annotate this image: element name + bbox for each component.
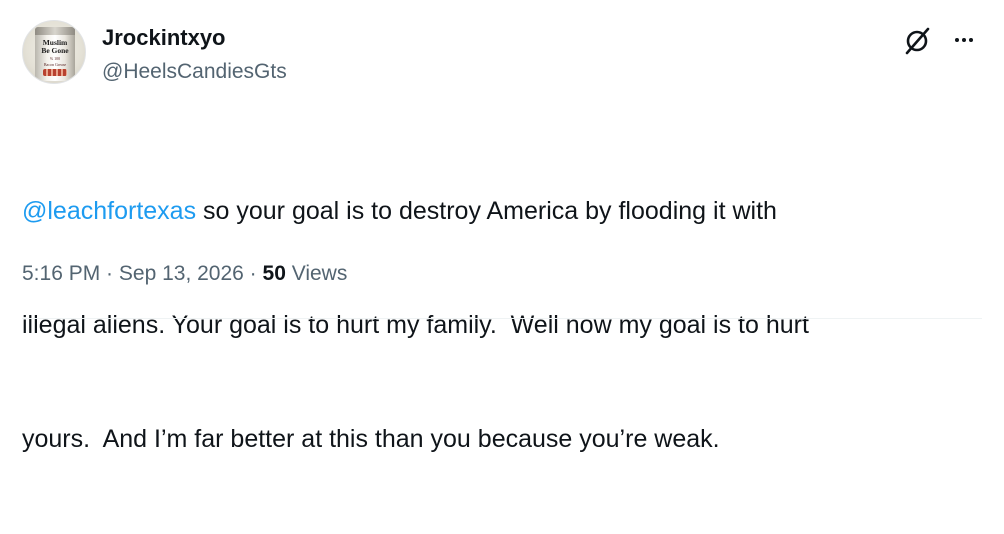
post-body-line-3: yours. And I’m far better at this than y… (22, 425, 720, 453)
more-dot (962, 38, 966, 42)
meta-separator: · (243, 262, 263, 285)
post-body-line-2: illegal aliens. Your goal is to hurt my … (22, 311, 809, 339)
post-date[interactable]: Sep 13, 2026 (119, 262, 244, 285)
can-label-line2: Be Gone (41, 46, 69, 55)
post-body-text: so your goal is to destroy America by fl… (196, 197, 777, 225)
avatar[interactable]: Muslim Be Gone % 100 Bacon Grease (22, 20, 86, 84)
grok-slash-icon[interactable] (902, 26, 932, 56)
can-sub-line2: Bacon Grease (43, 62, 67, 67)
meta-separator: · (100, 262, 119, 285)
more-horizontal-icon[interactable] (950, 26, 978, 54)
mention-link[interactable]: @leachfortexas (22, 197, 196, 225)
avatar-can-image: Muslim Be Gone % 100 Bacon Grease (35, 27, 75, 81)
post-meta: 5:16 PM · Sep 13, 2026 · 50 Views (22, 259, 347, 289)
more-dot (955, 38, 959, 42)
can-lid (35, 27, 75, 35)
post-time[interactable]: 5:16 PM (22, 262, 100, 285)
post-body-line-1: @leachfortexas so your goal is to destro… (22, 192, 982, 230)
views-count[interactable]: 50 (263, 262, 286, 285)
views-label: Views (285, 262, 348, 285)
more-dot (969, 38, 973, 42)
bacon-graphic (43, 69, 67, 76)
can-sub-line1: % 100 (49, 56, 61, 61)
author-display-name[interactable]: Jrockintxyo (102, 24, 226, 52)
divider (22, 318, 982, 319)
post-body: @leachfortexas so your goal is to destro… (22, 116, 982, 534)
post-card: Muslim Be Gone % 100 Bacon Grease Jrocki… (0, 0, 1004, 453)
author-handle[interactable]: @HeelsCandiesGts (102, 58, 287, 86)
